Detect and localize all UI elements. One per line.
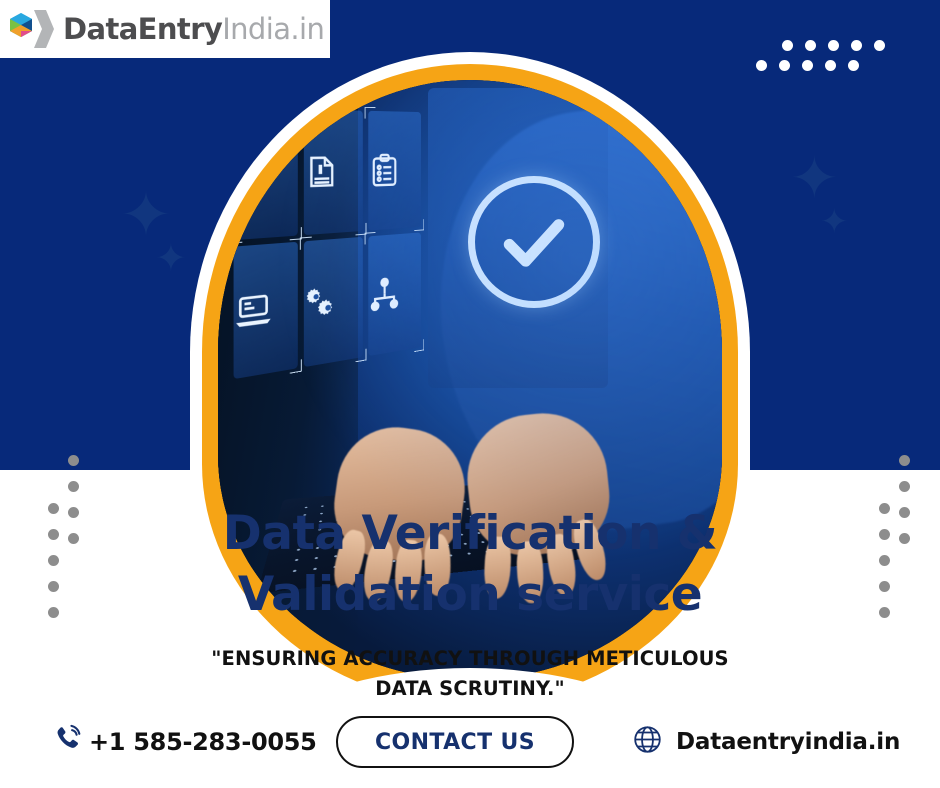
- dot-cluster-top-right: [756, 40, 885, 71]
- website-text: Dataentryindia.in: [676, 729, 901, 755]
- phone-ringing-icon: [52, 723, 85, 761]
- dot: [899, 481, 910, 492]
- sparkle-decoration-icon: ✦: [820, 203, 849, 241]
- dot: [802, 60, 813, 71]
- logo[interactable]: DataEntryIndia.in: [0, 0, 330, 58]
- dot: [874, 40, 885, 51]
- logo-text-light: India.in: [222, 12, 325, 46]
- phone-number: +1 585-283-0055: [89, 728, 317, 756]
- dot: [68, 455, 79, 466]
- dot: [782, 40, 793, 51]
- logo-text: DataEntryIndia.in: [63, 12, 325, 46]
- tagline: "ENSURING ACCURACY THROUGH METICULOUS DA…: [0, 644, 940, 704]
- dot: [825, 60, 836, 71]
- poster-canvas: ✦ ✦ ✦ ✦ DataEntryIndia.in Data Verificat…: [0, 0, 940, 788]
- dot: [779, 60, 790, 71]
- sparkle-decoration-icon: ✦: [790, 146, 839, 211]
- sparkle-decoration-icon: ✦: [155, 238, 187, 280]
- dot: [851, 40, 862, 51]
- contact-us-button[interactable]: CONTACT US: [336, 716, 574, 768]
- footer-bar: +1 585-283-0055 CONTACT US Dataentryindi…: [0, 714, 940, 770]
- dot: [848, 60, 859, 71]
- dot: [756, 60, 767, 71]
- dot: [828, 40, 839, 51]
- dot: [899, 455, 910, 466]
- globe-icon: [632, 724, 663, 760]
- tagline-line-1: "ENSURING ACCURACY THROUGH METICULOUS: [211, 647, 729, 670]
- dot: [805, 40, 816, 51]
- dot-row-2: [756, 60, 885, 71]
- cube-logo-icon: [8, 7, 56, 51]
- logo-text-bold: DataEntry: [63, 12, 223, 46]
- tagline-line-2: DATA SCRUTINY.": [375, 677, 565, 701]
- dot-row-1: [782, 40, 885, 51]
- dot: [68, 481, 79, 492]
- website-link[interactable]: Dataentryindia.in: [632, 724, 900, 760]
- phone-contact[interactable]: +1 585-283-0055: [52, 723, 317, 761]
- headline-line-2: Validation service: [237, 567, 703, 623]
- headline-line-1: Data Verification &: [222, 506, 718, 561]
- page-title: Data Verification & Validation service: [0, 503, 940, 625]
